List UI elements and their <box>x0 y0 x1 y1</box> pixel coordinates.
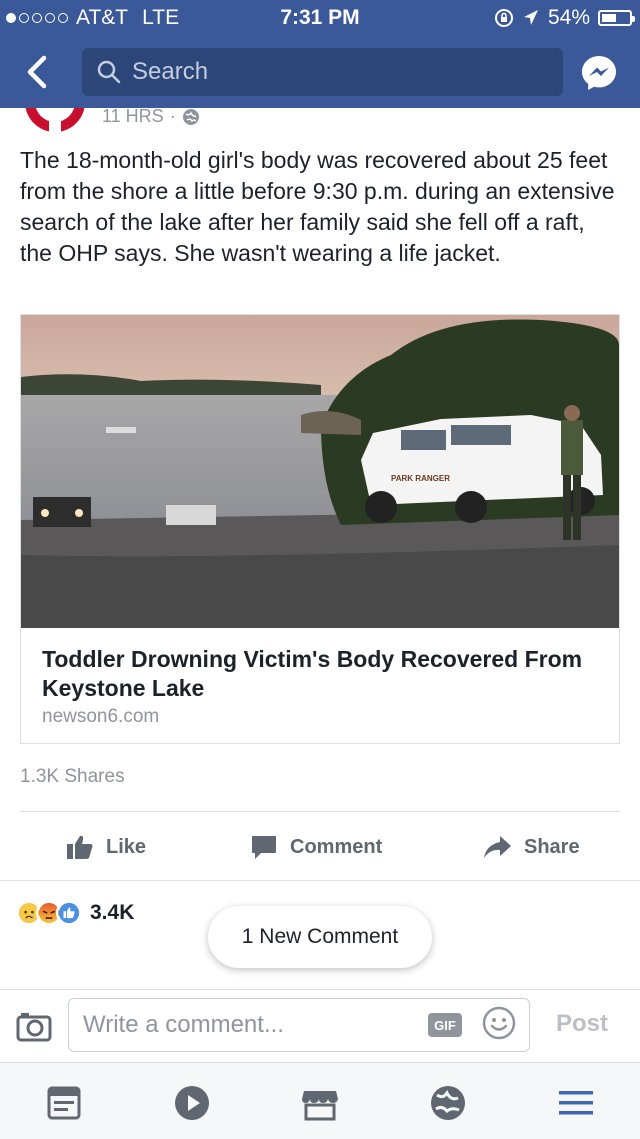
search-icon <box>97 60 121 84</box>
article-photo[interactable]: PARK RANGER <box>21 315 619 628</box>
divider <box>0 880 640 881</box>
back-arrow-icon[interactable] <box>22 54 54 90</box>
news-feed-icon[interactable] <box>44 1083 84 1123</box>
avatar-logo <box>25 108 85 132</box>
link-domain: newson6.com <box>42 706 160 727</box>
comment-composer: Write a comment... GIF Post <box>0 990 640 1062</box>
thumbs-up-icon <box>67 835 93 859</box>
video-icon[interactable] <box>172 1083 212 1123</box>
search-placeholder: Search <box>132 58 209 85</box>
author-avatar[interactable] <box>22 108 88 132</box>
link-preview-card[interactable]: PARK RANGER Toddler Drowning Victim's Bo… <box>20 314 620 744</box>
post-timestamp[interactable]: 11 HRS <box>102 106 164 127</box>
battery-icon <box>598 10 635 26</box>
comment-button[interactable]: Comment <box>250 822 382 872</box>
status-right: 54% <box>494 6 635 30</box>
location-arrow-icon <box>523 10 538 25</box>
bottom-tab-bar <box>0 1062 640 1139</box>
meta-separator: · <box>169 106 176 126</box>
menu-icon[interactable] <box>556 1083 596 1123</box>
like-button[interactable]: Like <box>66 822 146 872</box>
shares-count[interactable]: 1.3K Shares <box>20 766 125 788</box>
share-arrow-icon <box>484 836 511 858</box>
new-comment-pill[interactable]: 1 New Comment <box>208 906 432 968</box>
vehicle-decal-text: PARK RANGER <box>391 474 450 483</box>
search-input[interactable]: Search <box>82 48 563 96</box>
post-body-text: The 18-month-old girl's body was recover… <box>20 147 615 266</box>
messenger-icon[interactable] <box>580 54 618 92</box>
reactions-summary[interactable]: 3.4K <box>16 900 134 926</box>
sticker-smiley-icon[interactable] <box>482 1006 516 1040</box>
divider <box>20 811 620 812</box>
post-actions: Like Comment Share <box>0 822 640 872</box>
notifications-globe-icon[interactable] <box>428 1083 468 1123</box>
post-button[interactable]: Post <box>556 1010 608 1038</box>
marketplace-icon[interactable] <box>300 1083 340 1123</box>
top-bar: AT&T LTE 7:31 PM 54% Search <box>0 0 640 108</box>
post-meta: 11 HRS · <box>102 106 200 127</box>
share-label: Share <box>524 835 580 858</box>
battery-percent: 54% <box>547 6 590 29</box>
comment-bubble-icon <box>252 836 276 859</box>
like-reaction-icon <box>56 900 82 926</box>
reaction-count: 3.4K <box>90 901 135 924</box>
camera-icon[interactable] <box>16 1010 52 1042</box>
status-bar: AT&T LTE 7:31 PM 54% <box>0 0 640 36</box>
link-headline[interactable]: Toddler Drowning Victim's Body Recovered… <box>42 645 602 703</box>
comment-label: Comment <box>290 835 383 858</box>
rotation-lock-icon <box>494 9 513 27</box>
gif-button[interactable]: GIF <box>428 1013 462 1037</box>
navigation-row: Search <box>0 46 640 98</box>
comment-placeholder: Write a comment... <box>83 1011 284 1038</box>
share-button[interactable]: Share <box>482 822 580 872</box>
globe-privacy-icon <box>182 108 199 125</box>
like-label: Like <box>106 835 147 858</box>
